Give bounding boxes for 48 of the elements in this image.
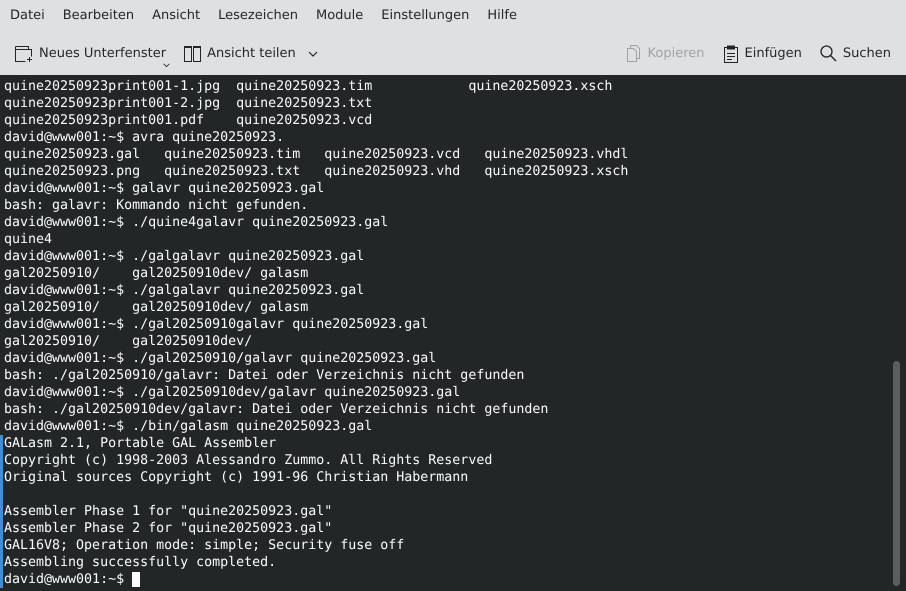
- terminal-line: david@www001:~$: [4, 571, 124, 588]
- menu-item[interactable]: Ansicht: [143, 5, 210, 27]
- terminal-line: david@www001:~$ ./galgalavr quine20250923.gal: [4, 248, 364, 265]
- terminal-line: bash: galavr: Kommando nicht gefunden.: [4, 197, 308, 214]
- terminal-line: quine4: [4, 231, 52, 248]
- terminal-line: quine20250923print001-2.jpg quine20250923.txt: [4, 95, 372, 112]
- terminal-line: GAL16V8; Operation mode: simple; Security fuse off: [4, 537, 404, 554]
- terminal-line: gal20250910/ gal20250910dev/ galasm: [4, 265, 308, 282]
- terminal-line: david@www001:~$ ./gal20250910galavr quine20250923.gal: [4, 316, 428, 333]
- menu-item[interactable]: Lesezeichen: [209, 5, 307, 27]
- terminal-line: david@www001:~$ galavr quine20250923.gal: [4, 180, 324, 197]
- toolbar-button[interactable]: Ansicht teilen: [178, 38, 324, 70]
- clipboard-icon: [722, 44, 738, 62]
- menu-item[interactable]: Bearbeiten: [54, 5, 144, 27]
- menu-item[interactable]: Module: [306, 5, 372, 27]
- terminal-line: bash: ./gal20250910/galavr: Datei oder Verzeichnis nicht gefunden: [4, 367, 524, 384]
- terminal-line: david@www001:~$ avra quine20250923.: [4, 129, 284, 146]
- terminal-line: quine20250923.gal quine20250923.tim quine20250923.vcd quine20250923.vhdl: [4, 146, 628, 163]
- terminal-line: david@www001:~$ ./bin/galasm quine20250923.gal: [4, 418, 372, 435]
- terminal-line: Original sources Copyright (c) 1991-96 Christian Habermann: [4, 469, 468, 486]
- terminal-line: bash: ./gal20250910dev/galavr: Datei oder Verzeichnis nicht gefunden: [4, 401, 548, 418]
- new-tab-icon: [14, 44, 33, 63]
- toolbar-button[interactable]: Suchen: [814, 38, 897, 70]
- caret-icon: [163, 63, 170, 68]
- scrollbar[interactable]: [893, 361, 900, 586]
- terminal-line: quine20250923print001-1.jpg quine20250923.tim quine20250923.xsch: [4, 78, 612, 95]
- terminal-line: Assembler Phase 2 for "quine20250923.gal": [4, 520, 332, 537]
- terminal-line: quine20250923print001.pdf quine20250923.vcd: [4, 112, 372, 129]
- terminal-line: Assembling successfully completed.: [4, 554, 276, 571]
- terminal-line: Copyright (c) 1998-2003 Alessandro Zummo. All Rights Reserved: [4, 452, 492, 469]
- menu-item[interactable]: Hilfe: [478, 5, 526, 27]
- terminal-line: Assembler Phase 1 for "quine20250923.gal": [4, 503, 332, 520]
- search-icon: [820, 45, 837, 62]
- toolbar-button[interactable]: Neues Unterfenster: [8, 38, 172, 70]
- terminal-line: david@www001:~$ ./quine4galavr quine20250923.gal: [4, 214, 388, 231]
- menu-item[interactable]: Einstellungen: [372, 5, 478, 27]
- terminal-line: GALasm 2.1, Portable GAL Assembler: [4, 435, 276, 452]
- menu-item[interactable]: Datei: [1, 5, 54, 27]
- terminal-line: gal20250910/ gal20250910dev/: [4, 333, 252, 350]
- terminal-line: david@www001:~$ ./gal20250910dev/galavr quine20250923.gal: [4, 384, 460, 401]
- terminal-line: david@www001:~$ ./galgalavr quine20250923.gal: [4, 282, 364, 299]
- terminal-line: david@www001:~$ ./gal20250910/galavr quine20250923.gal: [4, 350, 436, 367]
- copy-icon: [626, 45, 642, 62]
- terminal-line: quine20250923.png quine20250923.txt quine20250923.vhd quine20250923.xsch: [4, 163, 628, 180]
- toolbar-button[interactable]: Einfügen: [716, 38, 808, 70]
- terminal-line: gal20250910/ gal20250910dev/ galasm: [4, 299, 308, 316]
- caret-icon: [308, 50, 318, 56]
- split-view-icon: [184, 45, 202, 62]
